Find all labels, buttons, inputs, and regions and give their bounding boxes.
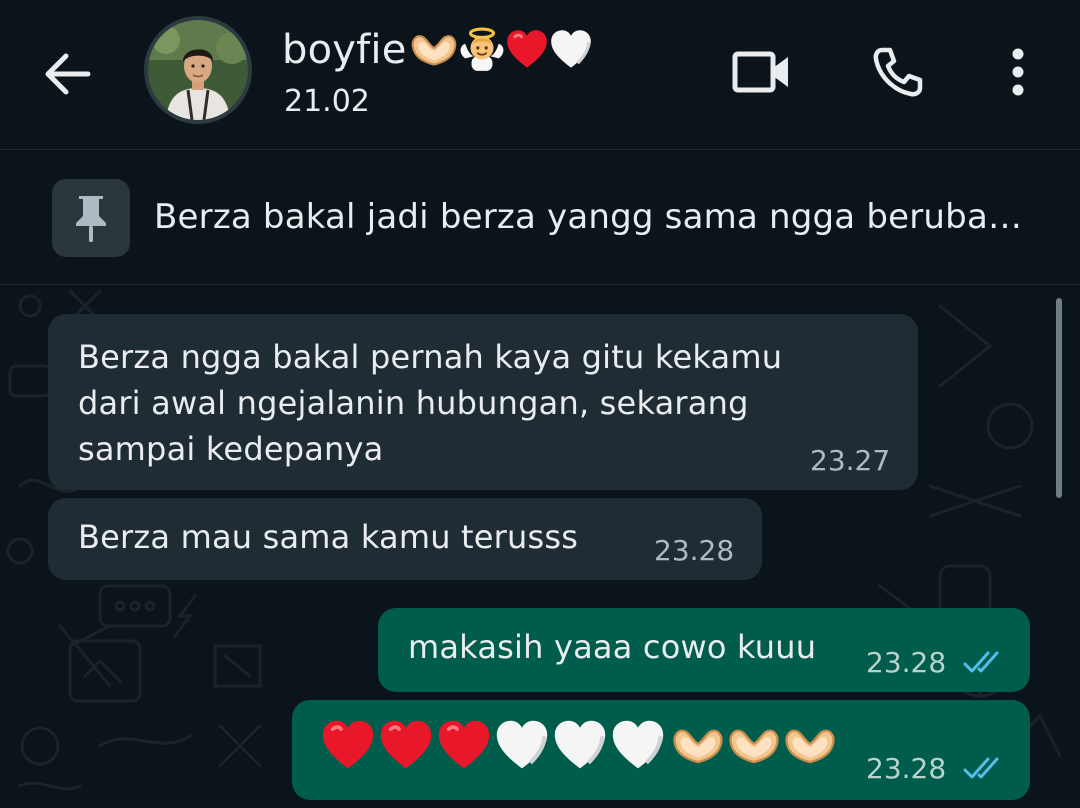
pinned-message-text: Berza bakal jadi berza yangg sama ngga b…	[154, 197, 1023, 237]
baby-angel-emoji	[459, 27, 505, 73]
last-seen: 21.02	[284, 84, 370, 119]
pin-icon	[52, 179, 130, 257]
outgoing-message[interactable]: 23.28	[292, 700, 1030, 800]
message-text: makasih yaaa cowo kuuu	[408, 628, 817, 666]
back-arrow-icon[interactable]	[40, 46, 96, 102]
message-time: 23.28	[866, 752, 947, 785]
message-time: 23.27	[810, 444, 891, 477]
chat-area[interactable]: Berza ngga bakal pernah kaya gitu kekamu…	[0, 286, 1080, 808]
incoming-message[interactable]: Berza ngga bakal pernah kaya gitu kekamu…	[48, 314, 918, 490]
incoming-message[interactable]: Berza mau sama kamu terusss 23.28	[48, 498, 762, 580]
message-emojis	[320, 718, 838, 774]
message-time: 23.28	[866, 646, 947, 679]
read-double-tick-icon	[962, 754, 1008, 782]
pinned-message-bar[interactable]: Berza bakal jadi berza yangg sama ngga b…	[0, 151, 1080, 285]
heart-hands-emoji	[782, 723, 838, 769]
message-time: 23.28	[654, 534, 735, 567]
white-heart-emoji	[552, 718, 608, 774]
phone-icon[interactable]	[866, 40, 930, 104]
red-heart-emoji	[378, 718, 434, 774]
contact-avatar[interactable]	[144, 16, 252, 124]
more-options-icon[interactable]	[986, 40, 1050, 104]
message-text: Berza mau sama kamu terusss	[78, 518, 579, 556]
red-heart-emoji	[436, 718, 492, 774]
outgoing-message[interactable]: makasih yaaa cowo kuuu 23.28	[378, 608, 1030, 692]
white-heart-emoji	[494, 718, 550, 774]
read-double-tick-icon	[962, 648, 1008, 676]
white-heart-emoji	[549, 28, 593, 72]
scrollbar[interactable]	[1056, 298, 1062, 498]
white-heart-emoji	[610, 718, 666, 774]
video-call-icon[interactable]	[730, 40, 794, 104]
contact-name: boyfie	[282, 27, 407, 73]
heart-hands-emoji	[409, 29, 459, 71]
contact-info[interactable]: boyfie 21.02	[282, 22, 593, 119]
red-heart-emoji	[505, 28, 549, 72]
chat-header: boyfie 21.02	[0, 0, 1080, 150]
red-heart-emoji	[320, 718, 376, 774]
heart-hands-emoji	[670, 723, 726, 769]
message-text: Berza ngga bakal pernah kaya gitu kekamu…	[78, 338, 783, 468]
heart-hands-emoji	[726, 723, 782, 769]
